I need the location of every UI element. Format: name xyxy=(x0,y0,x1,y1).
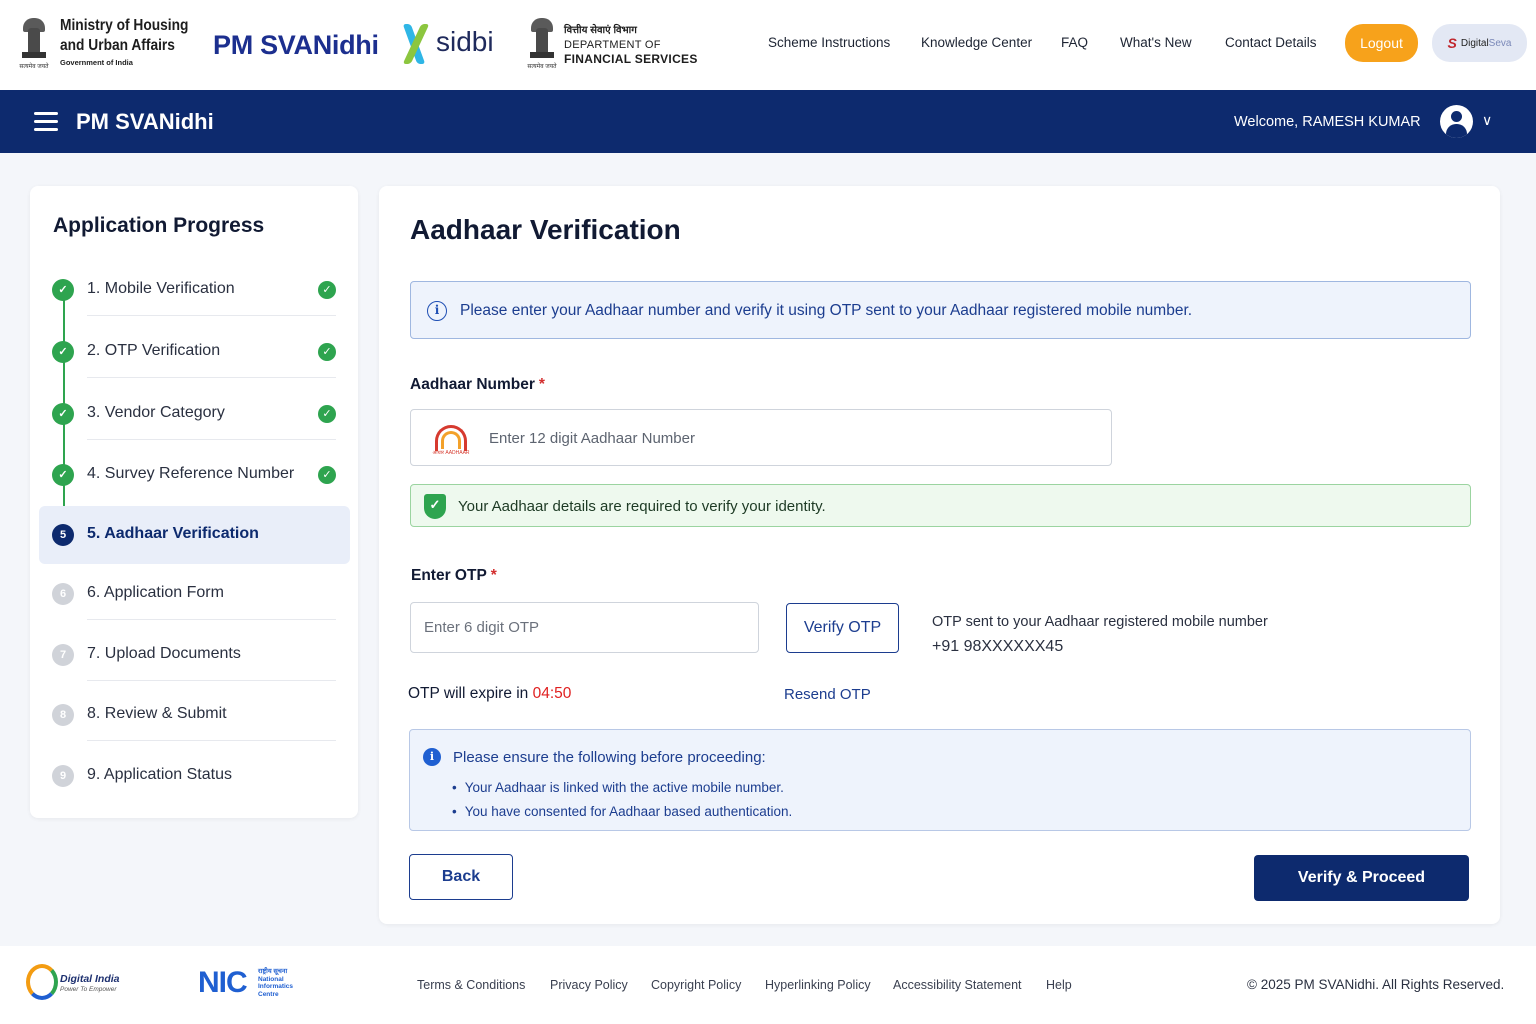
step-number-badge: 8 xyxy=(52,704,74,726)
progress-step-review-submit[interactable]: 8 8. Review & Submit xyxy=(30,689,358,741)
progress-step-application-status[interactable]: 9 9. Application Status xyxy=(30,750,358,802)
check-icon: ✓ xyxy=(52,464,74,486)
footer: Digital India Power To Empower NIC राष्ट… xyxy=(0,946,1536,1024)
progress-step-upload-documents[interactable]: 7 7. Upload Documents xyxy=(30,629,358,681)
emblem-icon: सत्यमेव जयते xyxy=(527,14,557,70)
progress-step-otp-verification[interactable]: ✓ 2. OTP Verification ✓ xyxy=(30,326,358,378)
aadhaar-verification-panel: Aadhaar Verification i Please enter your… xyxy=(379,186,1500,924)
check-icon: ✓ xyxy=(318,281,336,299)
shield-check-icon: ✓ xyxy=(424,494,446,519)
ministry-logo[interactable]: Ministry of Housing and Urban Affairs Go… xyxy=(60,16,209,67)
progress-step-survey-reference[interactable]: ✓ 4. Survey Reference Number ✓ xyxy=(30,449,358,501)
notice-list: Your Aadhaar is linked with the active m… xyxy=(452,776,793,824)
step-number-badge: 5 xyxy=(52,524,74,546)
info-icon: i xyxy=(427,301,447,321)
footer-link-terms[interactable]: Terms & Conditions xyxy=(417,978,525,992)
footer-link-copyright[interactable]: Copyright Policy xyxy=(651,978,741,992)
nav-knowledge-center[interactable]: Knowledge Center xyxy=(921,35,1032,50)
aadhaar-number-field: आधार AADHAAR xyxy=(410,409,1112,466)
nav-contact-details[interactable]: Contact Details xyxy=(1225,35,1317,50)
identity-notice: ✓ Your Aadhaar details are required to v… xyxy=(410,484,1471,527)
otp-sent-text: OTP sent to your Aadhaar registered mobi… xyxy=(932,614,1268,630)
footer-link-accessibility[interactable]: Accessibility Statement xyxy=(893,978,1022,992)
progress-step-mobile-verification[interactable]: ✓ 1. Mobile Verification ✓ xyxy=(30,264,358,316)
logout-button[interactable]: Logout xyxy=(1345,24,1418,62)
app-bar: PM SVANidhi Welcome, RAMESH KUMAR ∨ xyxy=(0,90,1536,153)
notice-item: You have consented for Aadhaar based aut… xyxy=(452,800,793,824)
check-icon: ✓ xyxy=(52,403,74,425)
nav-scheme-instructions[interactable]: Scheme Instructions xyxy=(768,35,890,50)
otp-expiry-text: OTP will expire in 04:50 xyxy=(408,685,572,702)
nav-whats-new[interactable]: What's New xyxy=(1120,35,1192,50)
ministry-line1: Ministry of Housing xyxy=(60,17,189,34)
copyright-text: © 2025 PM SVANidhi. All Rights Reserved. xyxy=(1247,977,1505,992)
progress-title: Application Progress xyxy=(53,214,265,237)
user-avatar-icon[interactable] xyxy=(1440,105,1473,138)
progress-step-application-form[interactable]: 6 6. Application Form xyxy=(30,568,358,620)
check-icon: ✓ xyxy=(318,343,336,361)
masked-mobile-number: +91 98XXXXXX45 xyxy=(932,638,1064,655)
otp-input[interactable] xyxy=(410,602,759,653)
verify-proceed-button[interactable]: Verify & Proceed xyxy=(1254,855,1469,901)
otp-label: Enter OTP * xyxy=(411,567,497,584)
hamburger-icon[interactable] xyxy=(34,112,58,132)
progress-step-aadhaar-verification[interactable]: 5 5. Aadhaar Verification xyxy=(39,506,350,564)
check-icon: ✓ xyxy=(318,466,336,484)
app-title: PM SVANidhi xyxy=(76,109,214,134)
ministry-line3: Government of India xyxy=(60,58,133,67)
digital-india-logo[interactable]: Digital India Power To Empower xyxy=(26,964,136,1004)
step-number-badge: 6 xyxy=(52,583,74,605)
nic-logo[interactable]: NIC राष्ट्रीय सूचना National Informatics Ce… xyxy=(198,968,308,1000)
nav-faq[interactable]: FAQ xyxy=(1061,35,1088,50)
emblem-icon: सत्यमेव जयते xyxy=(19,14,49,70)
check-icon: ✓ xyxy=(52,341,74,363)
footer-link-help[interactable]: Help xyxy=(1046,978,1072,992)
check-icon: ✓ xyxy=(52,279,74,301)
aadhaar-logo-icon: आधार AADHAAR xyxy=(431,423,471,456)
info-banner: i Please enter your Aadhaar number and v… xyxy=(410,281,1471,339)
progress-step-vendor-category[interactable]: ✓ 3. Vendor Category ✓ xyxy=(30,388,358,440)
top-header: सत्यमेव जयते Ministry of Housing and Urb… xyxy=(0,0,1536,90)
step-number-badge: 9 xyxy=(52,765,74,787)
aadhaar-number-input[interactable] xyxy=(489,424,1089,452)
check-icon: ✓ xyxy=(318,405,336,423)
digital-seva-icon: S xyxy=(1447,35,1457,51)
step-number-badge: 7 xyxy=(52,644,74,666)
digital-india-icon xyxy=(26,964,58,1000)
chevron-down-icon[interactable]: ∨ xyxy=(1482,112,1492,129)
otp-timer: 04:50 xyxy=(532,685,572,702)
page-title: Aadhaar Verification xyxy=(410,214,681,245)
welcome-text: Welcome, RAMESH KUMAR xyxy=(1234,114,1421,130)
info-icon: i xyxy=(423,748,441,766)
pm-svanidhi-logo[interactable]: PM SVANidhi xyxy=(213,30,379,61)
dfs-logo[interactable]: वित्तीय सेवाएं विभाग DEPARTMENT OF FINAN… xyxy=(564,24,698,66)
application-progress-panel: Application Progress ✓ 1. Mobile Verific… xyxy=(30,186,358,818)
ministry-line2: and Urban Affairs xyxy=(60,37,175,54)
aadhaar-number-label: Aadhaar Number * xyxy=(410,376,545,393)
pre-proceed-notice: i Please ensure the following before pro… xyxy=(409,729,1471,831)
notice-item: Your Aadhaar is linked with the active m… xyxy=(452,776,792,800)
digital-seva-button[interactable]: S DigitalSeva xyxy=(1432,24,1527,62)
footer-link-hyperlinking[interactable]: Hyperlinking Policy xyxy=(765,978,871,992)
footer-link-privacy[interactable]: Privacy Policy xyxy=(550,978,628,992)
verify-otp-button[interactable]: Verify OTP xyxy=(786,603,899,653)
resend-otp-link[interactable]: Resend OTP xyxy=(784,686,871,703)
back-button[interactable]: Back xyxy=(409,854,513,900)
